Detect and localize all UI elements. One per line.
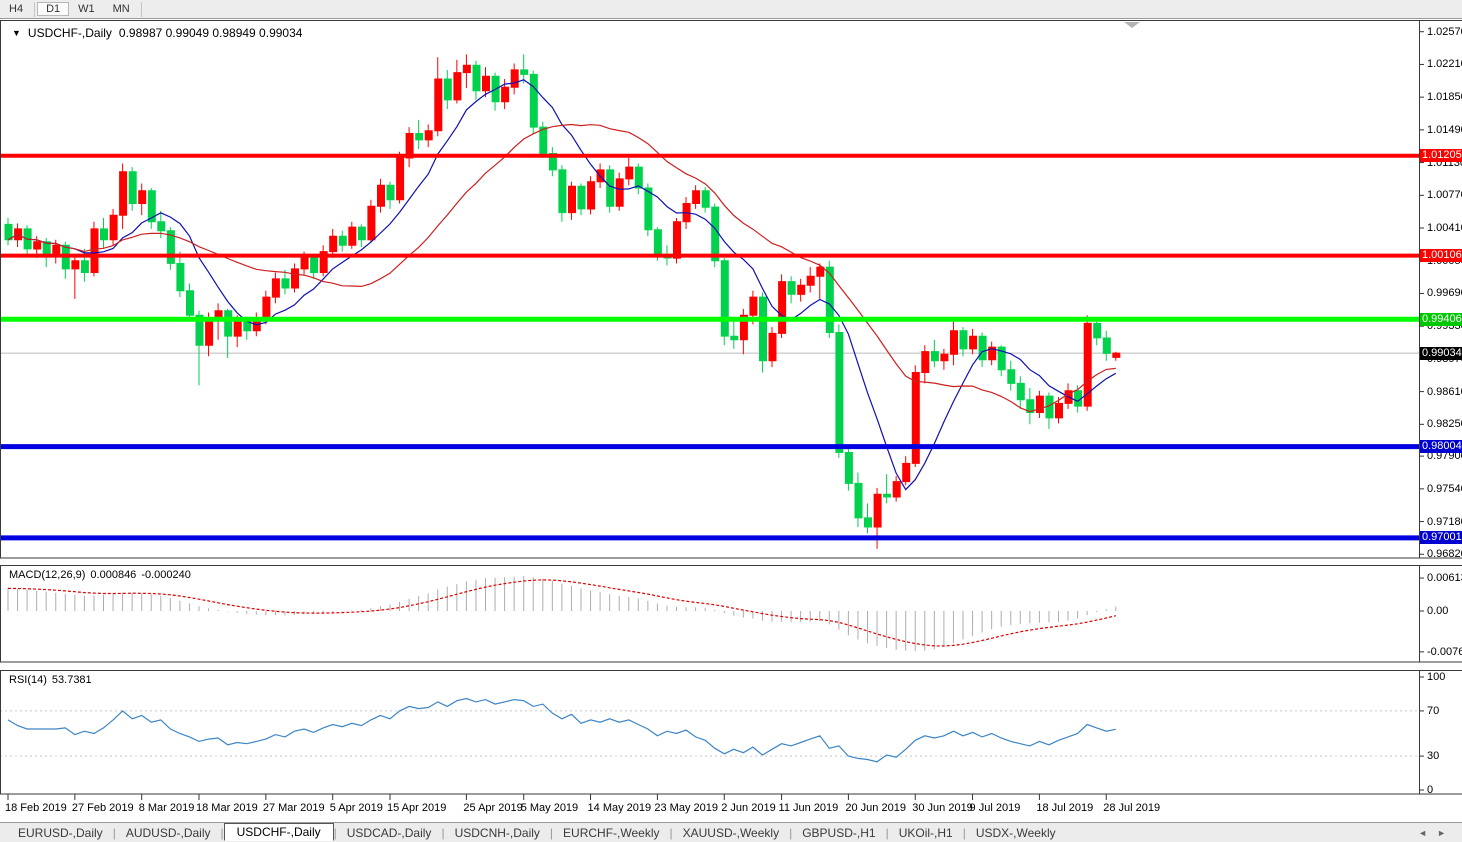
tab-usdcnh-daily[interactable]: USDCNH-,Daily — [445, 825, 550, 841]
chart-tab-bar: EURUSD-,Daily|AUDUSD-,Daily|USDCHF-,Dail… — [0, 822, 1462, 842]
chart-ohlc-values: 0.98987 0.99049 0.98949 0.99034 — [119, 26, 303, 40]
tab-usdx-weekly[interactable]: USDX-,Weekly — [966, 825, 1066, 841]
main-panel-border[interactable] — [1, 21, 1420, 559]
tab-audusd-daily[interactable]: AUDUSD-,Daily — [116, 825, 221, 841]
rsi-value: 53.7381 — [52, 674, 92, 686]
tab-eurchf-weekly[interactable]: EURCHF-,Weekly — [553, 825, 669, 841]
tab-usdcad-daily[interactable]: USDCAD-,Daily — [337, 825, 442, 841]
symbol-dropdown-icon[interactable]: ▼ — [12, 28, 21, 38]
chart-title: ▼ USDCHF-,Daily 0.98987 0.99049 0.98949 … — [12, 26, 302, 40]
rsi-line — [8, 699, 1116, 762]
tab-ukoil-h1[interactable]: UKOil-,H1 — [889, 825, 963, 841]
rsi-panel-label: RSI(14) 53.7381 — [9, 674, 92, 686]
macd-main-value: 0.000846 — [90, 569, 136, 581]
rsi-panel-border[interactable] — [1, 671, 1420, 795]
tab-xauusd-weekly[interactable]: XAUUSD-,Weekly — [673, 825, 789, 841]
macd-signal-value: -0.000240 — [141, 569, 191, 581]
toolbar-separator — [34, 2, 35, 17]
chart-symbol-label: USDCHF-,Daily — [28, 26, 112, 40]
tab-scroll-left-icon[interactable]: ◄ — [1418, 828, 1427, 838]
chart-shift-marker-icon — [1124, 22, 1140, 28]
tabs-host: EURUSD-,Daily|AUDUSD-,Daily|USDCHF-,Dail… — [8, 824, 1066, 842]
down-candle-bodies — [5, 65, 1110, 527]
macd-indicator-name: MACD(12,26,9) — [9, 569, 85, 581]
macd-panel-label: MACD(12,26,9) 0.000846 -0.000240 — [9, 569, 191, 581]
chart-canvas[interactable] — [0, 0, 1462, 842]
mt4-window: { "toolbar": { "buttons": [ {"label": "H… — [0, 0, 1462, 842]
tab-usdchf-daily[interactable]: USDCHF-,Daily — [224, 823, 334, 841]
macd-panel-border[interactable] — [1, 566, 1420, 663]
up-candle-wicks — [18, 54, 1116, 548]
fast-ma-line — [8, 80, 1116, 490]
macd-histogram — [8, 576, 1116, 651]
tab-eurusd-daily[interactable]: EURUSD-,Daily — [8, 825, 113, 841]
toolbar-separator — [141, 2, 142, 17]
timeframe-toolbar: H4 D1 W1 MN — [0, 0, 1462, 19]
timeframe-button-h4[interactable]: H4 — [0, 2, 32, 16]
rsi-indicator-name: RSI(14) — [9, 674, 47, 686]
tab-scroll-right-icon[interactable]: ► — [1437, 828, 1446, 838]
timeframe-button-mn[interactable]: MN — [104, 2, 139, 16]
tab-gbpusd-h1[interactable]: GBPUSD-,H1 — [792, 825, 885, 841]
timeframe-button-d1[interactable]: D1 — [37, 2, 69, 16]
timeframe-button-w1[interactable]: W1 — [69, 2, 104, 16]
